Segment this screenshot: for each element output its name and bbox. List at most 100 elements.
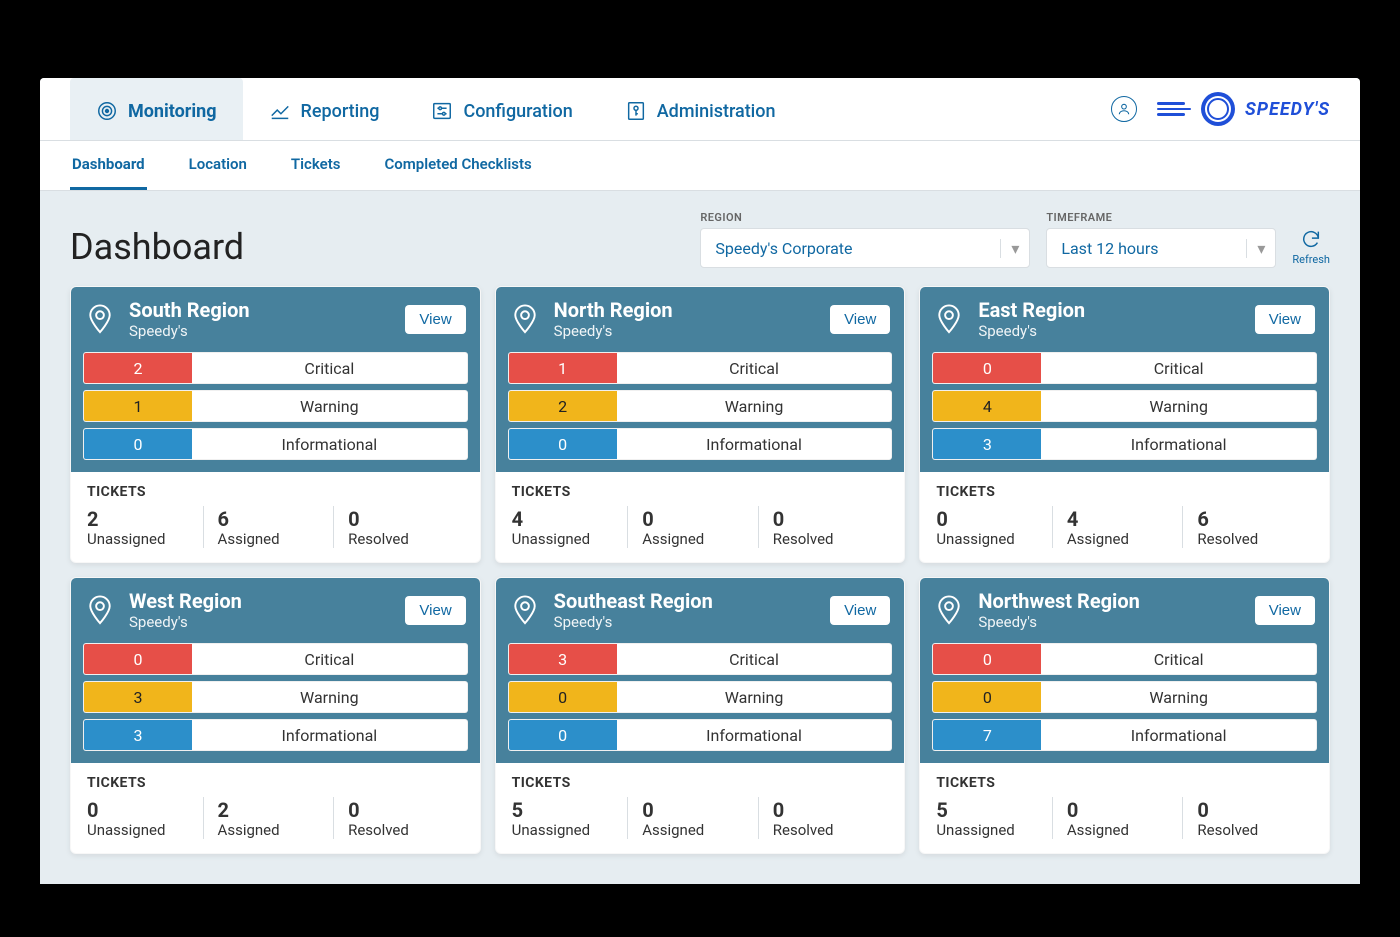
tickets-resolved: 6 Resolved: [1182, 506, 1313, 548]
refresh-label: Refresh: [1292, 253, 1330, 266]
user-avatar-button[interactable]: [1111, 96, 1137, 122]
warning-label: Warning: [1041, 391, 1316, 421]
region-org: Speedy's: [554, 322, 816, 340]
critical-count: 0: [84, 644, 192, 674]
assigned-label: Assigned: [1067, 530, 1183, 548]
key-icon: [625, 100, 647, 122]
view-button[interactable]: View: [1255, 305, 1315, 334]
assigned-count: 2: [218, 799, 334, 821]
critical-label: Critical: [1041, 353, 1316, 383]
region-card-header: East Region Speedy's View: [920, 287, 1329, 352]
region-name: East Region: [978, 299, 1240, 322]
subtab-tickets[interactable]: Tickets: [289, 141, 343, 190]
region-card-header: North Region Speedy's View: [496, 287, 905, 352]
unassigned-count: 0: [87, 799, 203, 821]
assigned-count: 6: [218, 508, 334, 530]
tickets-resolved: 0 Resolved: [333, 506, 464, 548]
status-row-informational[interactable]: 7 Informational: [932, 719, 1317, 751]
status-row-warning[interactable]: 0 Warning: [508, 681, 893, 713]
subtab-label: Dashboard: [72, 155, 145, 173]
chart-line-icon: [269, 100, 291, 122]
info-count: 7: [933, 720, 1041, 750]
tickets-assigned: 4 Assigned: [1052, 506, 1183, 548]
tab-label: Reporting: [301, 101, 380, 122]
status-row-informational[interactable]: 0 Informational: [508, 719, 893, 751]
status-row-warning[interactable]: 1 Warning: [83, 390, 468, 422]
subtab-dashboard[interactable]: Dashboard: [70, 141, 147, 190]
timeframe-select-value: Last 12 hours: [1061, 239, 1158, 258]
resolved-label: Resolved: [348, 530, 464, 548]
warning-label: Warning: [617, 391, 892, 421]
sliders-icon: [431, 100, 453, 122]
info-count: 0: [509, 720, 617, 750]
status-row-critical[interactable]: 0 Critical: [83, 643, 468, 675]
topbar-right: SPEEDY'S: [1111, 78, 1330, 140]
tickets-heading: TICKETS: [512, 484, 889, 500]
tickets-resolved: 0 Resolved: [333, 797, 464, 839]
region-card: East Region Speedy's View 0 Critical 4 W…: [919, 286, 1330, 563]
tickets-unassigned: 5 Unassigned: [936, 797, 1052, 839]
critical-label: Critical: [192, 353, 467, 383]
status-block: 1 Critical 2 Warning 0 Informational: [496, 352, 905, 472]
status-row-warning[interactable]: 3 Warning: [83, 681, 468, 713]
ball-icon: [1201, 92, 1235, 126]
tab-label: Monitoring: [128, 101, 217, 122]
unassigned-count: 0: [936, 508, 1052, 530]
tab-reporting[interactable]: Reporting: [243, 78, 406, 140]
status-row-informational[interactable]: 0 Informational: [83, 428, 468, 460]
status-row-warning[interactable]: 2 Warning: [508, 390, 893, 422]
refresh-button[interactable]: Refresh: [1292, 228, 1330, 268]
status-row-informational[interactable]: 0 Informational: [508, 428, 893, 460]
status-row-warning[interactable]: 4 Warning: [932, 390, 1317, 422]
region-name: North Region: [554, 299, 816, 322]
map-pin-icon: [510, 594, 540, 628]
resolved-label: Resolved: [1197, 821, 1313, 839]
subtab-completed-checklists[interactable]: Completed Checklists: [382, 141, 533, 190]
status-row-warning[interactable]: 0 Warning: [932, 681, 1317, 713]
view-button[interactable]: View: [405, 305, 465, 334]
tab-configuration[interactable]: Configuration: [405, 78, 598, 140]
warning-label: Warning: [617, 682, 892, 712]
map-pin-icon: [934, 303, 964, 337]
timeframe-select[interactable]: Last 12 hours ▾: [1046, 228, 1276, 268]
tickets-unassigned: 0 Unassigned: [936, 506, 1052, 548]
info-count: 0: [84, 429, 192, 459]
view-button[interactable]: View: [405, 596, 465, 625]
status-row-critical[interactable]: 1 Critical: [508, 352, 893, 384]
view-button[interactable]: View: [830, 305, 890, 334]
user-icon: [1117, 102, 1131, 116]
unassigned-count: 2: [87, 508, 203, 530]
subtab-location[interactable]: Location: [187, 141, 249, 190]
tab-monitoring[interactable]: Monitoring: [70, 78, 243, 140]
critical-count: 2: [84, 353, 192, 383]
target-icon: [96, 100, 118, 122]
status-row-critical[interactable]: 2 Critical: [83, 352, 468, 384]
page-title: Dashboard: [70, 226, 244, 268]
assigned-count: 4: [1067, 508, 1183, 530]
region-org: Speedy's: [129, 613, 391, 631]
status-row-critical[interactable]: 0 Critical: [932, 352, 1317, 384]
critical-count: 0: [933, 353, 1041, 383]
view-button[interactable]: View: [1255, 596, 1315, 625]
chevron-down-icon: ▾: [1246, 239, 1265, 258]
tickets-heading: TICKETS: [87, 484, 464, 500]
status-row-critical[interactable]: 3 Critical: [508, 643, 893, 675]
tab-label: Administration: [657, 101, 776, 122]
timeframe-filter-label: TIMEFRAME: [1046, 211, 1276, 224]
view-button[interactable]: View: [830, 596, 890, 625]
resolved-label: Resolved: [1197, 530, 1313, 548]
region-select[interactable]: Speedy's Corporate ▾: [700, 228, 1030, 268]
tickets-row: 2 Unassigned 6 Assigned 0 Resolved: [87, 506, 464, 548]
assigned-count: 0: [642, 508, 758, 530]
region-card-header: Northwest Region Speedy's View: [920, 578, 1329, 643]
critical-count: 1: [509, 353, 617, 383]
tab-administration[interactable]: Administration: [599, 78, 802, 140]
status-row-critical[interactable]: 0 Critical: [932, 643, 1317, 675]
timeframe-filter: TIMEFRAME Last 12 hours ▾: [1046, 211, 1276, 268]
status-row-informational[interactable]: 3 Informational: [83, 719, 468, 751]
status-row-informational[interactable]: 3 Informational: [932, 428, 1317, 460]
info-label: Informational: [617, 720, 892, 750]
unassigned-count: 4: [512, 508, 628, 530]
tickets-assigned: 0 Assigned: [1052, 797, 1183, 839]
resolved-count: 0: [348, 799, 464, 821]
